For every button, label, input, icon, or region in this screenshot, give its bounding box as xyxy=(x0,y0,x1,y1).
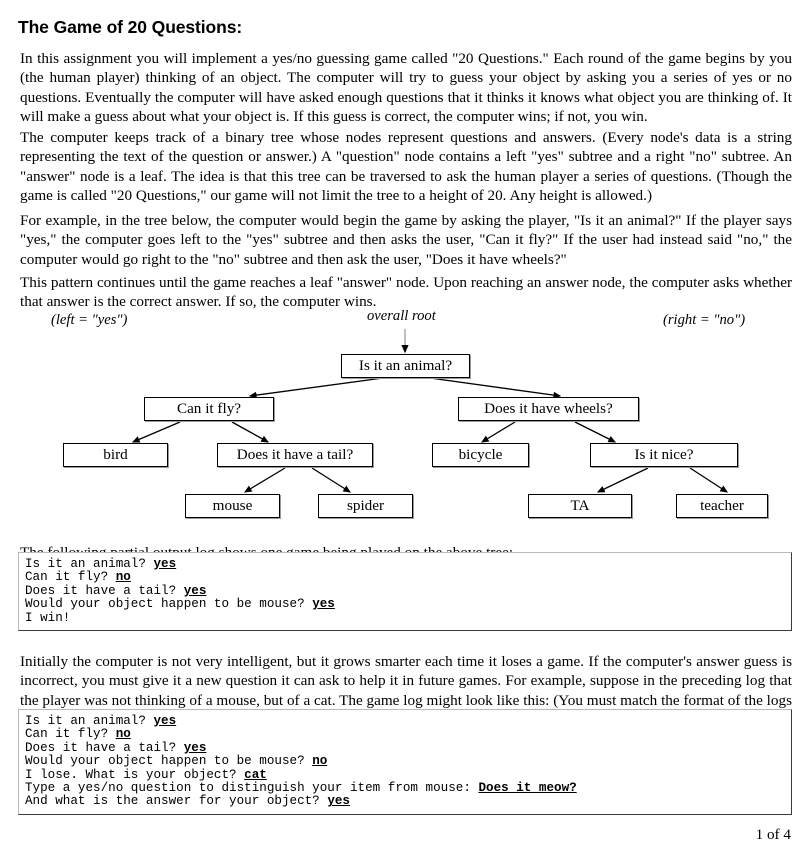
log-prompt: Would your object happen to be mouse? xyxy=(25,754,313,769)
log-user-answer: yes xyxy=(153,557,177,571)
log-prompt: Is it an animal? xyxy=(25,557,154,571)
log-user-answer: no xyxy=(115,570,131,585)
log-user-answer: yes xyxy=(312,597,335,612)
tree-node-tail: Does it have a tail? xyxy=(217,443,373,467)
log-prompt: Type a yes/no question to distinguish yo… xyxy=(25,781,479,796)
log-user-answer: no xyxy=(312,754,328,769)
tree-node-bicycle: bicycle xyxy=(432,443,529,467)
log-prompt: And what is the answer for your object? xyxy=(25,794,328,809)
log-prompt: Does it have a tail? xyxy=(25,583,184,598)
tree-node-spider: spider xyxy=(318,494,413,518)
log-user-answer: no xyxy=(115,727,131,742)
tree-right-legend: (right = "no") xyxy=(663,312,746,328)
log-line: Is it an animal? yes xyxy=(25,557,786,571)
tree-node-teacher: teacher xyxy=(676,494,768,518)
log-line: Would your object happen to be mouse? ye… xyxy=(25,598,786,611)
log-line: Does it have a tail? yes xyxy=(25,583,786,598)
log-prompt: I win! xyxy=(25,610,71,625)
page-number: 1 of 4 xyxy=(755,826,791,843)
log-user-answer: yes xyxy=(327,794,350,809)
log-user-answer: cat xyxy=(244,767,267,782)
tree-node-wheels: Does it have wheels? xyxy=(458,397,639,421)
paragraph-intro: In this assignment you will implement a … xyxy=(20,50,792,126)
log-prompt: Can it fly? xyxy=(25,570,116,585)
log-line: I lose. What is your object? cat xyxy=(25,767,786,782)
paragraph-example: For example, in the tree below, the comp… xyxy=(20,212,792,268)
log-prompt: Would your object happen to be mouse? xyxy=(25,597,313,612)
overall-root-label: overall root xyxy=(367,308,436,324)
log-user-answer: yes xyxy=(183,583,207,598)
tree-edges xyxy=(131,329,728,493)
log-user-answer: yes xyxy=(153,714,177,728)
output-log-box-1: Is it an animal? yes Can it fly? no Does i… xyxy=(18,552,792,632)
paragraph-binary-tree: The computer keeps track of a binary tre… xyxy=(20,129,792,205)
tree-node-fly: Can it fly? xyxy=(144,397,274,421)
log-line: Would your object happen to be mouse? no xyxy=(25,755,786,768)
log-line: Is it an animal? yes xyxy=(25,714,786,728)
log-line: Can it fly? no xyxy=(25,728,786,741)
tree-node-bird: bird xyxy=(63,443,168,467)
tree-node-mouse: mouse xyxy=(185,494,280,518)
log-prompt: Is it an animal? xyxy=(25,714,154,728)
log-line: Does it have a tail? yes xyxy=(25,740,786,755)
tree-node-root: Is it an animal? xyxy=(341,354,470,378)
log-line: I win! xyxy=(25,610,786,625)
log-prompt: Can it fly? xyxy=(25,727,116,742)
log-user-answer: Does it meow? xyxy=(478,781,577,796)
log-line: And what is the answer for your object? … xyxy=(25,795,786,808)
binary-tree-diagram: (left = "yes") (right = "no") overall ro… xyxy=(0,300,812,525)
output-log-box-2: Is it an animal? yes Can it fly? no Does i… xyxy=(18,709,792,815)
tree-left-legend: (left = "yes") xyxy=(51,312,128,328)
log-prompt: Does it have a tail? xyxy=(25,740,184,755)
log-line: Type a yes/no question to distinguish yo… xyxy=(25,781,786,796)
log-line: Can it fly? no xyxy=(25,571,786,584)
page-title: The Game of 20 Questions: xyxy=(18,16,243,37)
tree-node-nice: Is it nice? xyxy=(590,443,738,467)
tree-node-ta: TA xyxy=(528,494,632,518)
log-user-answer: yes xyxy=(183,740,207,755)
log-prompt: I lose. What is your object? xyxy=(25,767,245,782)
document-page: The Game of 20 Questions: In this assign… xyxy=(0,0,812,864)
